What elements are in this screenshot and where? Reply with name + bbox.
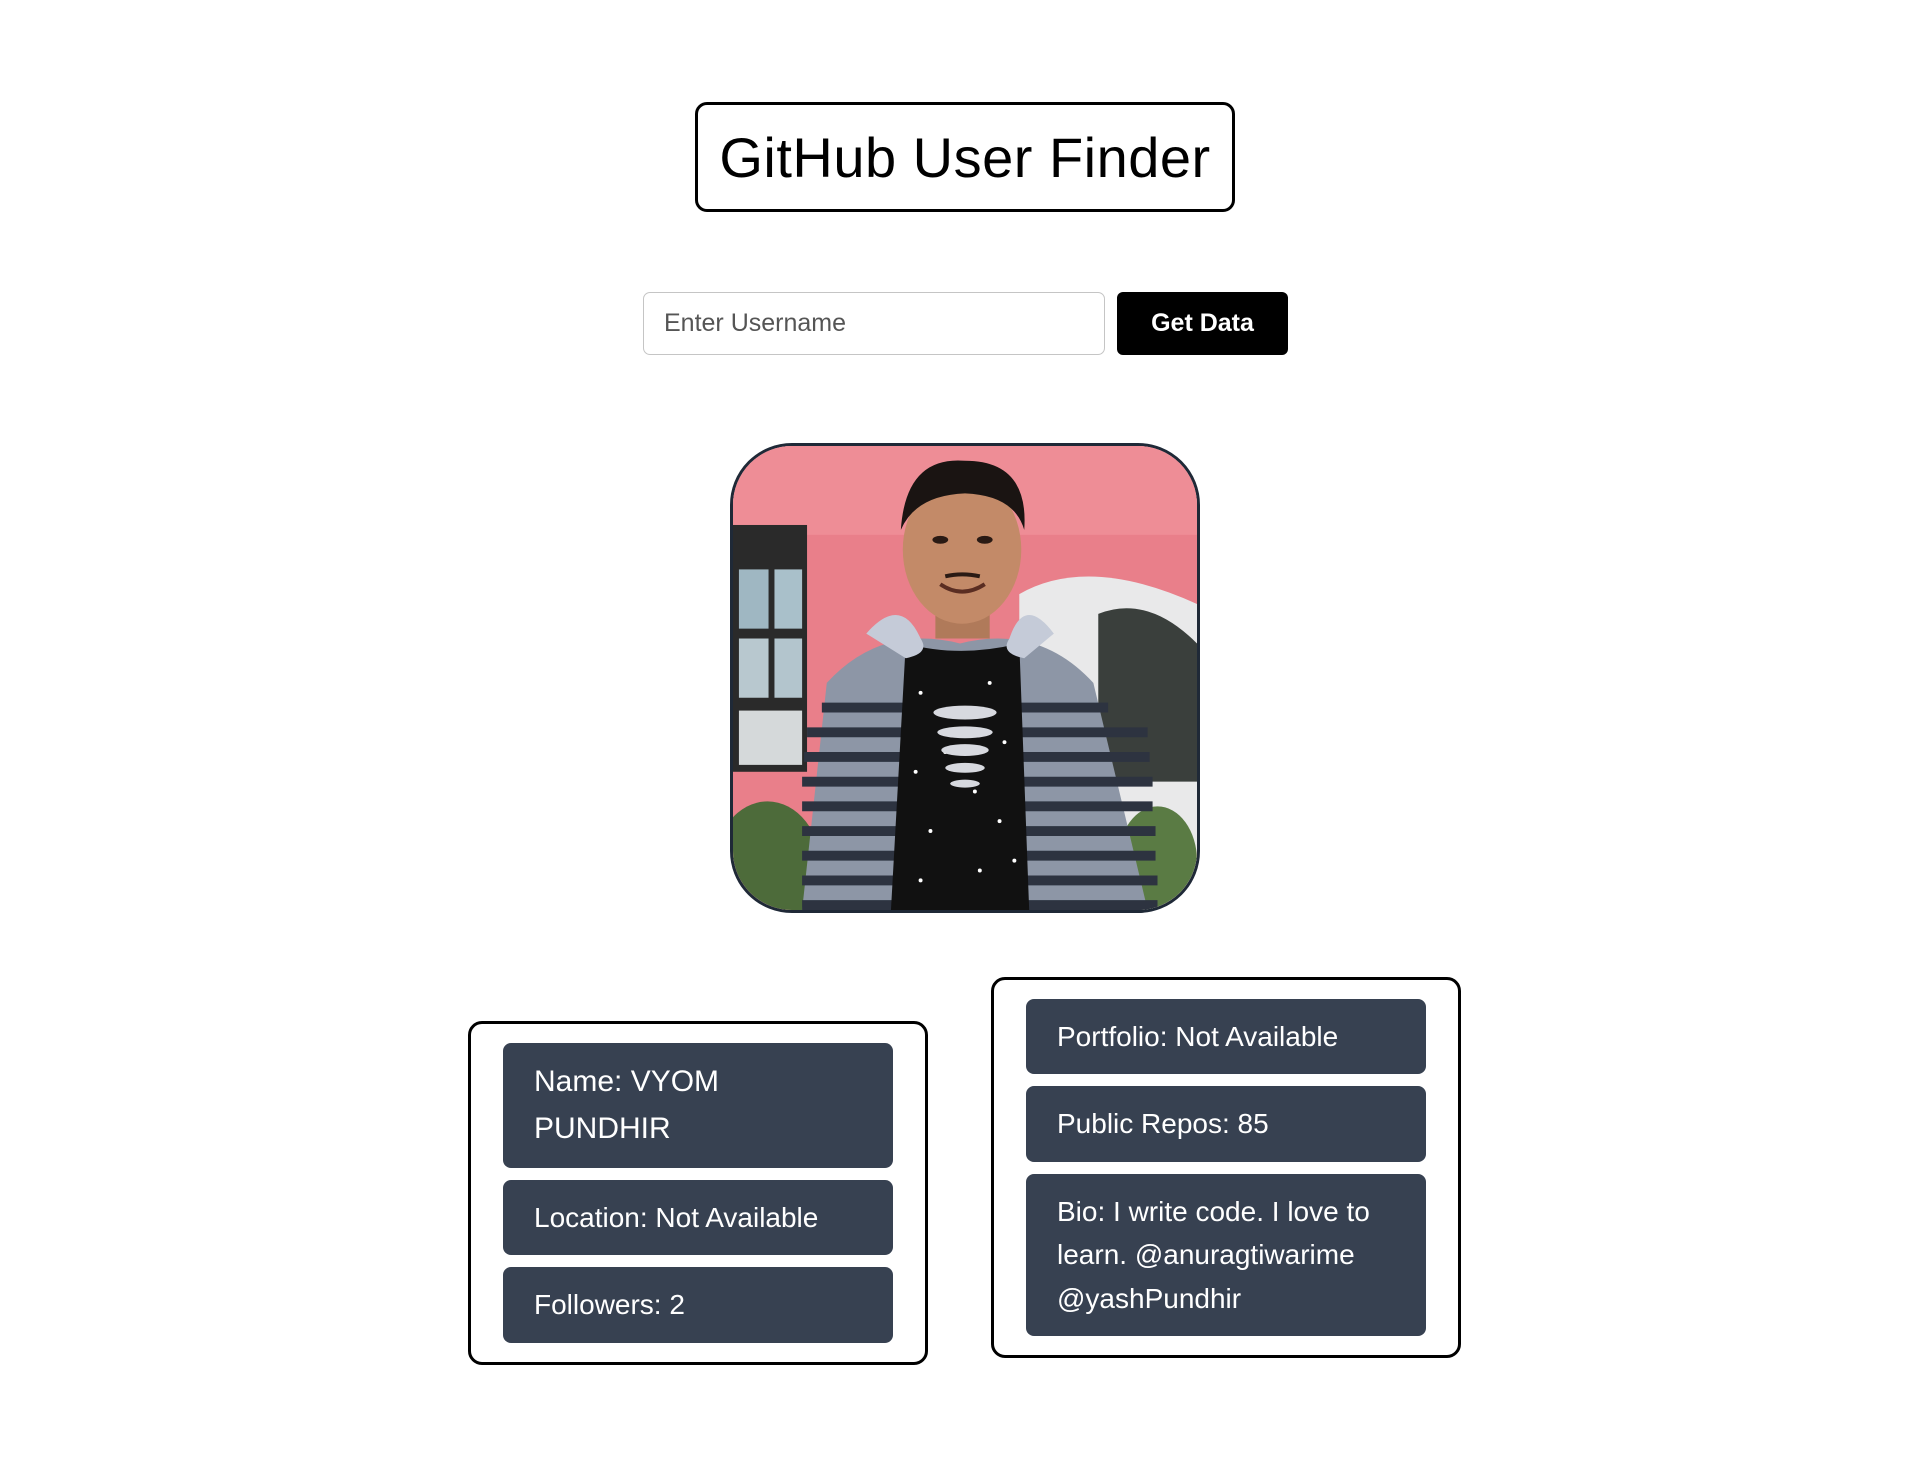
followers-field: Followers: 2	[503, 1267, 893, 1343]
portfolio-field: Portfolio: Not Available	[1026, 999, 1426, 1075]
get-data-button[interactable]: Get Data	[1117, 292, 1288, 355]
name-field: Name: VYOM PUNDHIR	[503, 1043, 893, 1168]
bio-field: Bio: I write code. I love to learn. @anu…	[1026, 1173, 1426, 1336]
user-info-card: Name: VYOM PUNDHIR Location: Not Availab…	[468, 1021, 928, 1365]
avatar-photo	[733, 446, 1197, 910]
public-repos-field: Public Repos: 85	[1026, 1086, 1426, 1162]
user-details-card: Portfolio: Not Available Public Repos: 8…	[991, 977, 1461, 1358]
username-input[interactable]	[643, 292, 1105, 355]
avatar	[730, 443, 1200, 913]
location-field: Location: Not Available	[503, 1180, 893, 1256]
page-title: GitHub User Finder	[695, 102, 1235, 212]
